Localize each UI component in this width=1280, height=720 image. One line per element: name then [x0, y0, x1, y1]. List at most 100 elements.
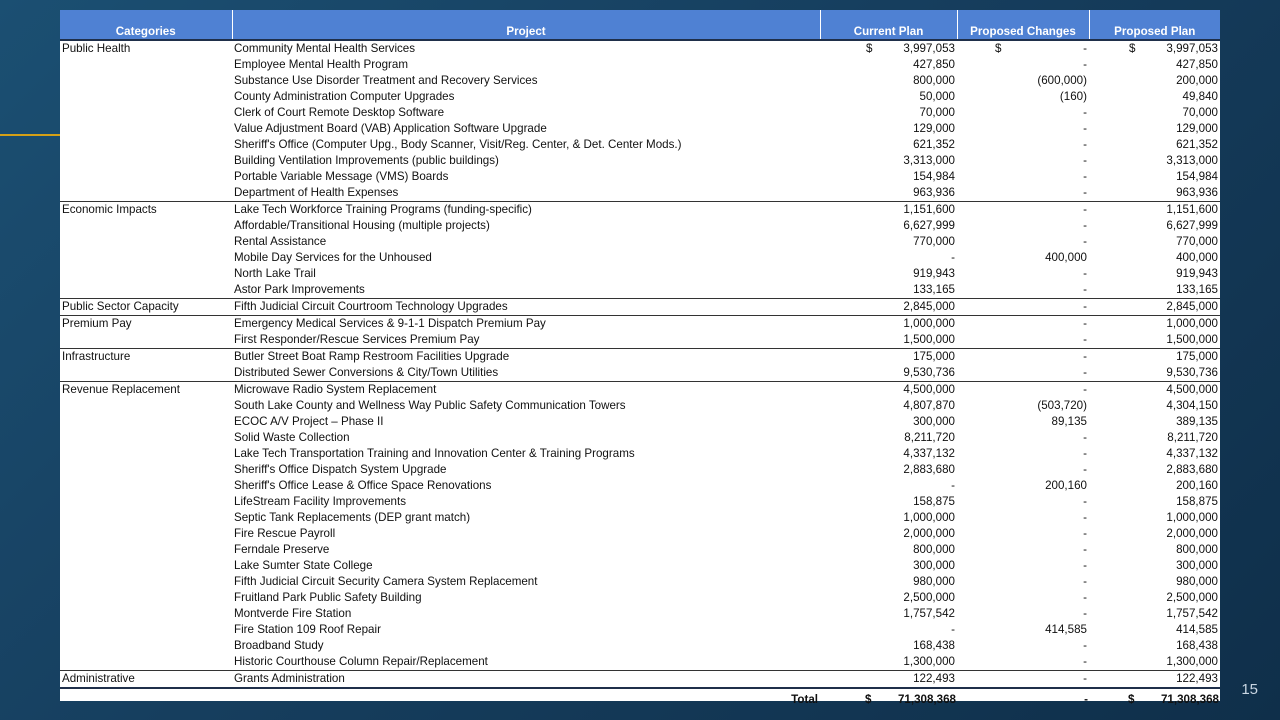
- category-cell: Economic Impacts: [60, 201, 232, 218]
- budget-sheet: Categories Project Current Plan Proposed…: [60, 10, 1220, 711]
- currency-symbol: $: [865, 693, 872, 706]
- header-categories: Categories: [60, 10, 233, 40]
- total-change: -: [957, 687, 1089, 711]
- proposed-change-cell: -: [1083, 463, 1087, 476]
- category-cell: [60, 185, 232, 202]
- proposed-plan-cell: 70,000: [1182, 106, 1218, 119]
- category-cell: Public Sector Capacity: [60, 298, 232, 316]
- proposed-plan-cell: 963,936: [1176, 186, 1218, 199]
- project-cell: Broadband Study: [234, 639, 324, 652]
- category-cell: [60, 574, 232, 590]
- category-cell: [60, 542, 232, 558]
- proposed-plan-cell: 129,000: [1176, 122, 1218, 135]
- category-cell: Infrastructure: [60, 348, 232, 365]
- proposed-change-cell: -: [1083, 138, 1087, 151]
- project-cell: Fifth Judicial Circuit Security Camera S…: [234, 575, 538, 588]
- category-cell: [60, 365, 232, 382]
- table-row: Ferndale Preserve 800,000 - 800,000: [60, 542, 1220, 558]
- current-plan-cell: 2,000,000: [903, 527, 955, 540]
- proposed-change-cell: -: [957, 670, 1089, 688]
- project-cell: Butler Street Boat Ramp Restroom Facilit…: [232, 348, 820, 365]
- table-row: South Lake County and Wellness Way Publi…: [60, 398, 1220, 414]
- proposed-plan-cell: 414,585: [1176, 623, 1218, 636]
- project-cell: Value Adjustment Board (VAB) Application…: [234, 122, 547, 135]
- proposed-change-cell: 400,000: [1045, 251, 1087, 264]
- proposed-change-cell: -: [1083, 495, 1087, 508]
- category-cell: [60, 510, 232, 526]
- table-row: Broadband Study 168,438 - 168,438: [60, 638, 1220, 654]
- project-cell: Mobile Day Services for the Unhoused: [234, 251, 432, 264]
- header-row: Categories Project Current Plan Proposed…: [60, 10, 1220, 40]
- proposed-change-cell: -: [1083, 283, 1087, 296]
- current-plan-cell: 4,500,000: [820, 381, 957, 398]
- proposed-change-cell: -: [1083, 655, 1087, 668]
- proposed-change-cell: -: [1083, 170, 1087, 183]
- slide-number: 15: [1241, 681, 1258, 698]
- current-plan-cell: -: [951, 479, 955, 492]
- currency-symbol: $: [1128, 693, 1135, 706]
- current-plan-cell: 300,000: [913, 559, 955, 572]
- category-cell: Public Health: [62, 42, 131, 55]
- proposed-plan-cell: 154,984: [1176, 170, 1218, 183]
- current-plan-cell: 1,300,000: [903, 655, 955, 668]
- category-cell: [60, 526, 232, 542]
- proposed-plan-cell: 919,943: [1176, 267, 1218, 280]
- proposed-change-cell: -: [1083, 186, 1087, 199]
- category-cell: [60, 282, 232, 299]
- current-plan-cell: 50,000: [919, 90, 955, 103]
- project-cell: Department of Health Expenses: [234, 186, 399, 199]
- project-cell: Community Mental Health Services: [234, 42, 416, 55]
- table-row: Astor Park Improvements 133,165 - 133,165: [60, 282, 1220, 299]
- table-row: Sheriff's Office (Computer Upg., Body Sc…: [60, 137, 1220, 153]
- proposed-change-cell: -: [1083, 122, 1087, 135]
- category-cell: [60, 430, 232, 446]
- table-row: Portable Variable Message (VMS) Boards 15…: [60, 169, 1220, 185]
- proposed-plan-cell: 4,337,132: [1166, 447, 1218, 460]
- proposed-change-cell: -: [957, 348, 1089, 365]
- current-plan-cell: 980,000: [913, 575, 955, 588]
- proposed-plan-cell: 980,000: [1176, 575, 1218, 588]
- proposed-change-cell: (503,720): [1037, 399, 1087, 412]
- current-plan-cell: 4,807,870: [903, 399, 955, 412]
- current-plan-cell: 963,936: [913, 186, 955, 199]
- project-cell: Employee Mental Health Program: [234, 58, 408, 71]
- current-plan-cell: $3,997,053: [820, 40, 957, 57]
- proposed-plan-cell: 621,352: [1176, 138, 1218, 151]
- project-cell: Sheriff's Office (Computer Upg., Body Sc…: [234, 138, 682, 151]
- proposed-change-cell: -: [1083, 58, 1087, 71]
- currency-symbol: $: [1129, 42, 1136, 55]
- table-row: ECOC A/V Project – Phase II 300,000 89,135…: [60, 414, 1220, 430]
- category-cell: [60, 332, 232, 349]
- project-cell: Lake Tech Workforce Training Programs (f…: [232, 201, 820, 218]
- category-cell: [60, 57, 232, 73]
- project-cell: Clerk of Court Remote Desktop Software: [234, 106, 445, 119]
- project-cell: Emergency Medical Services & 9-1-1 Dispa…: [232, 315, 820, 332]
- current-plan-cell: 1,757,542: [903, 607, 955, 620]
- project-cell: Microwave Radio System Replacement: [232, 381, 820, 398]
- project-cell: Portable Variable Message (VMS) Boards: [234, 170, 449, 183]
- project-cell: Grants Administration: [232, 670, 820, 688]
- proposed-plan-cell: 389,135: [1176, 415, 1218, 428]
- proposed-change-cell: -: [957, 298, 1089, 316]
- table-row: Clerk of Court Remote Desktop Software 70…: [60, 105, 1220, 121]
- category-cell: Revenue Replacement: [60, 381, 232, 398]
- proposed-change-cell: 89,135: [1051, 415, 1087, 428]
- proposed-plan-cell: 200,160: [1176, 479, 1218, 492]
- proposed-change-cell: -: [1083, 527, 1087, 540]
- currency-symbol: $: [995, 42, 1002, 55]
- proposed-change-cell: 200,160: [1045, 479, 1087, 492]
- proposed-plan-cell: 400,000: [1176, 251, 1218, 264]
- proposed-change-cell: -: [1083, 511, 1087, 524]
- category-cell: [60, 478, 232, 494]
- category-cell: [60, 250, 232, 266]
- proposed-plan-cell: 168,438: [1176, 639, 1218, 652]
- table-row: Fire Station 109 Roof Repair - 414,585 414,…: [60, 622, 1220, 638]
- proposed-plan-cell: 122,493: [1089, 670, 1220, 688]
- table-row: Premium Pay Emergency Medical Services & …: [60, 315, 1220, 332]
- current-plan-cell: 1,000,000: [820, 315, 957, 332]
- category-cell: [60, 105, 232, 121]
- proposed-plan-cell: 6,627,999: [1166, 219, 1218, 232]
- proposed-plan-cell: 3,313,000: [1166, 154, 1218, 167]
- current-plan-cell: 919,943: [913, 267, 955, 280]
- table-row: Affordable/Transitional Housing (multipl…: [60, 218, 1220, 234]
